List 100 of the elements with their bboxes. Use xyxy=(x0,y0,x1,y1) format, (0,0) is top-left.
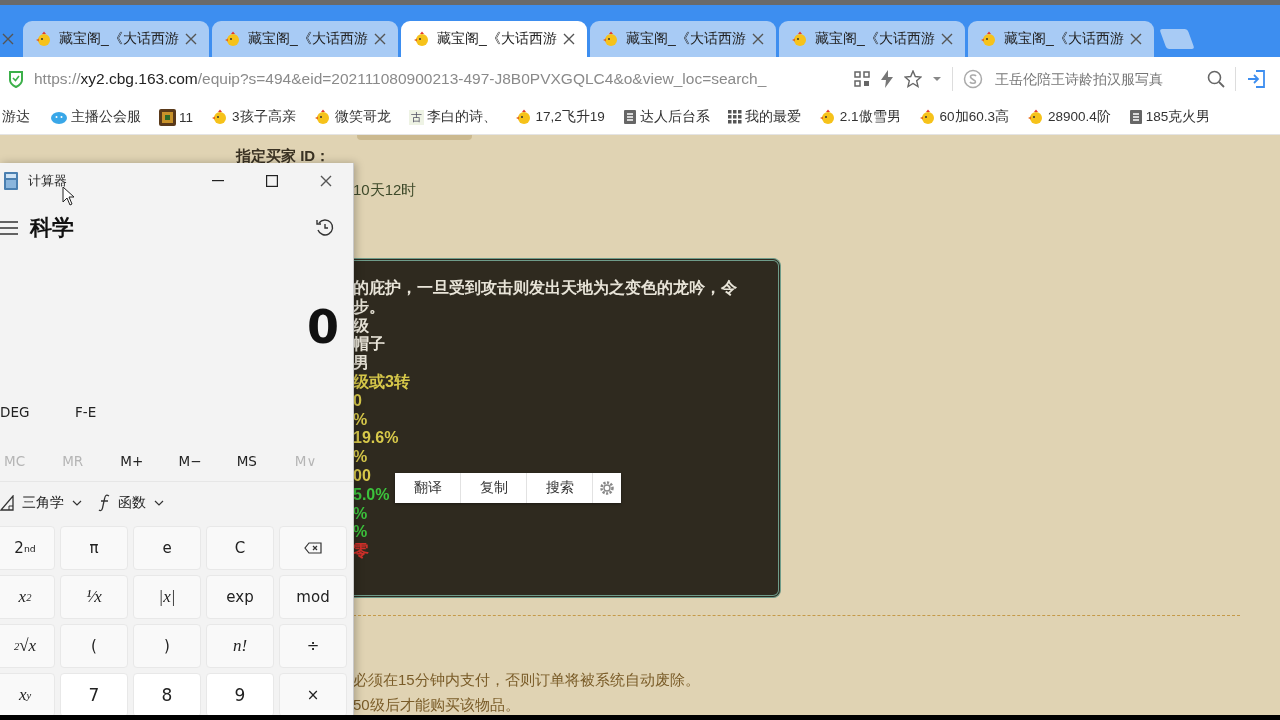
bookmark-item[interactable]: 我的最爱 xyxy=(727,108,801,126)
tooltip-line: 19.6% xyxy=(353,429,399,449)
memory-button[interactable]: M− xyxy=(178,441,237,481)
close-icon[interactable] xyxy=(1130,33,1142,45)
chick-icon xyxy=(413,31,431,47)
bookmark-glyph: 古 xyxy=(408,109,424,125)
star-icon[interactable] xyxy=(904,69,922,88)
tooltip-line: 的庇护，一旦受到攻击则发出天地为之变色的龙吟，令 xyxy=(353,279,737,298)
browser-tab[interactable]: 藏宝阁_《大话西游 xyxy=(779,21,965,57)
buyer-label: 指定买家 ID： xyxy=(236,147,331,166)
bookmark-item[interactable]: 185克火男 xyxy=(1128,108,1211,126)
browser-tab[interactable]: 藏宝阁_《大话西游 xyxy=(968,21,1154,57)
chick-icon xyxy=(224,31,242,47)
browser-tab[interactable]: 藏宝阁_《大话西游 xyxy=(212,21,398,57)
shield-icon xyxy=(8,69,24,88)
browser-tab[interactable]: 藏宝阁_《大话西游 xyxy=(401,21,587,57)
qr-code-icon[interactable] xyxy=(854,70,870,87)
login-icon[interactable] xyxy=(1246,68,1266,89)
search-icon[interactable] xyxy=(1207,69,1225,88)
notation-button[interactable]: F-E xyxy=(75,404,150,420)
caret-icon[interactable] xyxy=(932,75,942,82)
calculator-key[interactable]: ) xyxy=(133,624,201,668)
dropdown-button[interactable]: 三角学 xyxy=(0,494,82,512)
maximize-icon[interactable] xyxy=(266,175,278,187)
tooltip-line: 级或3转 xyxy=(353,373,410,392)
game-icon xyxy=(159,108,176,126)
notice-text: 50级后才能购买该物品。 xyxy=(353,696,521,715)
dropdown-button[interactable]: 函数 xyxy=(98,494,164,512)
remaining-time: 10天12时 xyxy=(353,181,418,200)
search-field[interactable]: 王岳伦陪王诗龄拍汉服写真 xyxy=(993,69,1187,88)
chick-icon xyxy=(1026,109,1045,125)
calculator-key[interactable]: |x| xyxy=(133,575,201,619)
triangle-icon xyxy=(0,495,14,511)
menu-item[interactable]: 搜索 xyxy=(527,473,593,503)
close-icon[interactable] xyxy=(320,175,332,187)
bookmark-item[interactable]: 17,2飞升19 xyxy=(514,108,605,126)
tooltip-line: % xyxy=(353,504,368,524)
calculator-key[interactable]: n! xyxy=(206,624,274,668)
calculator-key[interactable]: e xyxy=(133,526,201,570)
window-title: 计算器 xyxy=(28,172,67,190)
bookmark-item[interactable]: 2.1傲雪男 xyxy=(818,108,901,126)
calculator-key[interactable]: ( xyxy=(60,624,128,668)
browser-tab[interactable]: 藏宝阁_《大话西游 xyxy=(590,21,776,57)
calculator-key[interactable]: 7 xyxy=(60,673,128,715)
url-text[interactable]: https://xy2.cbg.163.com/equip?s=494&eid=202111080900213-497-J8B0PVXGQLC4&o&view_loc=search_ xyxy=(34,69,844,88)
tooltip-line: 零 xyxy=(353,542,369,561)
calculator-key[interactable]: 9 xyxy=(206,673,274,715)
memory-button[interactable]: MS xyxy=(236,441,295,481)
bookmark-item[interactable]: 主播公会服 xyxy=(50,108,141,126)
bookmark-item[interactable]: 游达 xyxy=(2,108,30,126)
calculator-key[interactable]: mod xyxy=(279,575,347,619)
minimize-icon[interactable] xyxy=(212,180,224,182)
calculator-key[interactable]: ÷ xyxy=(279,624,347,668)
calculator-key[interactable]: 8 xyxy=(133,673,201,715)
calculator-key[interactable]: x$^{y}$ xyxy=(0,673,55,715)
close-icon[interactable] xyxy=(752,33,764,45)
close-icon[interactable] xyxy=(185,33,197,45)
calculator-key[interactable]: × xyxy=(279,673,347,715)
calculator-key[interactable]: exp xyxy=(206,575,274,619)
tooltip-line: 00 xyxy=(353,466,371,486)
close-icon[interactable] xyxy=(941,33,953,45)
menu-item[interactable]: 复制 xyxy=(461,473,527,503)
tooltip-line: 0 xyxy=(353,391,362,411)
grid-icon xyxy=(727,110,742,124)
backspace-key[interactable] xyxy=(279,526,347,570)
lightning-icon[interactable] xyxy=(880,69,894,88)
menu-icon[interactable] xyxy=(0,221,18,235)
tooltip-line: 5.0% xyxy=(353,485,390,505)
calculator-key[interactable]: π xyxy=(60,526,128,570)
chevron-icon xyxy=(72,500,82,506)
angle-unit-button[interactable]: DEG xyxy=(0,404,75,420)
search-engine-icon[interactable] xyxy=(963,68,983,89)
backspace-icon xyxy=(304,542,322,554)
bookmark-item[interactable]: 达人后台系 xyxy=(622,108,710,126)
chick-icon xyxy=(980,31,998,47)
chick-icon xyxy=(602,31,620,47)
browser-tab[interactable]: 藏宝阁_《大话西游 xyxy=(23,21,209,57)
bookmark-item[interactable]: 3孩子高亲 xyxy=(211,108,296,126)
close-icon[interactable] xyxy=(374,33,386,45)
bookmark-item[interactable]: 28900.4阶 xyxy=(1026,108,1111,126)
tooltip-line: 步。 xyxy=(353,297,385,317)
bookmark-item[interactable]: 微笑哥龙 xyxy=(313,108,391,126)
history-icon[interactable] xyxy=(315,218,335,238)
calculator-key[interactable]: C xyxy=(206,526,274,570)
calculator-key[interactable]: 2$^{nd}$ xyxy=(0,526,55,570)
bookmark-item[interactable]: 古 李白的诗、 xyxy=(408,108,497,126)
close-icon[interactable] xyxy=(563,33,575,45)
page-icon xyxy=(622,109,637,125)
calculator-key[interactable]: x$^{2}$ xyxy=(0,575,55,619)
memory-button[interactable]: M+ xyxy=(120,441,179,481)
calculator-key[interactable]: ¹⁄x xyxy=(60,575,128,619)
tooltip-line: 级 xyxy=(353,316,369,336)
bookmark-item[interactable]: 60加60.3高 xyxy=(918,108,1009,126)
settings-icon[interactable] xyxy=(599,480,615,496)
calculator-key[interactable]: $^{2}$√x xyxy=(0,624,55,668)
chick-icon xyxy=(211,109,229,125)
cloud-icon xyxy=(50,109,68,125)
bookmark-item[interactable]: 11 xyxy=(159,108,193,126)
tooltip-line: % xyxy=(353,410,368,430)
menu-item[interactable]: 翻译 xyxy=(395,473,461,503)
